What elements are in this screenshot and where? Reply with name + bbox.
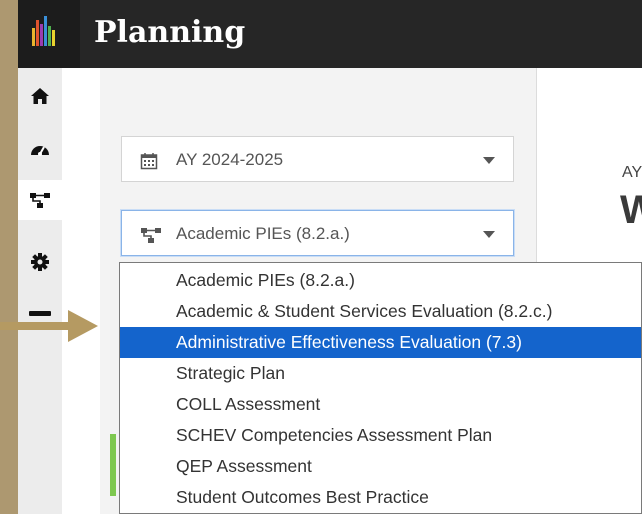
gear-icon: [31, 253, 49, 271]
status-indicator: [110, 434, 116, 496]
logo-bar: [48, 26, 51, 46]
logo-bar: [32, 28, 35, 46]
dropdown-option[interactable]: Strategic Plan: [120, 358, 641, 389]
page-title: Planning: [94, 15, 246, 50]
dropdown-option[interactable]: Student Outcomes Best Practice: [120, 482, 641, 513]
dropdown-option[interactable]: COLL Assessment: [120, 389, 641, 420]
plan-select[interactable]: Academic PIEs (8.2.a.): [121, 210, 514, 256]
year-select[interactable]: AY 2024-2025: [121, 136, 514, 182]
rail-item-hierarchy[interactable]: [18, 180, 62, 220]
year-select-value: AY 2024-2025: [176, 150, 284, 169]
rail-item-dashboard[interactable]: [18, 130, 62, 170]
content-year-label: AY 2: [622, 164, 642, 181]
chevron-down-icon: [483, 231, 495, 238]
hierarchy-icon: [30, 193, 50, 208]
rail-item-home[interactable]: [18, 76, 62, 116]
logo-bar: [52, 30, 55, 46]
app-logo[interactable]: [18, 0, 80, 68]
home-icon: [31, 88, 49, 104]
callout-arrow-icon: [0, 310, 98, 342]
dropdown-option[interactable]: QEP Assessment: [120, 451, 641, 482]
content-heading: W: [620, 188, 642, 232]
hierarchy-icon: [141, 228, 161, 243]
side-rail: [18, 68, 62, 514]
rail-item-settings[interactable]: [18, 242, 62, 282]
logo-bar: [44, 16, 47, 46]
app-frame: Planning AY W AY 2024-2025 Academic PIEs…: [18, 0, 642, 514]
dashboard-icon: [31, 146, 49, 156]
dropdown-option[interactable]: Academic & Student Services Evaluation (…: [120, 296, 641, 327]
dropdown-option[interactable]: SCHEV Competencies Assessment Plan: [120, 420, 641, 451]
calendar-icon: [140, 153, 158, 170]
dropdown-option[interactable]: Academic PIEs (8.2.a.): [120, 265, 641, 296]
dropdown-option-highlighted[interactable]: Administrative Effectiveness Evaluation …: [120, 327, 641, 358]
logo-bar: [40, 24, 43, 46]
plan-dropdown-list: Academic PIEs (8.2.a.) Academic & Studen…: [119, 262, 642, 514]
chevron-down-icon: [483, 157, 495, 164]
app-header: Planning: [18, 0, 642, 68]
plan-select-value: Academic PIEs (8.2.a.): [176, 224, 350, 243]
logo-bar: [36, 20, 39, 46]
